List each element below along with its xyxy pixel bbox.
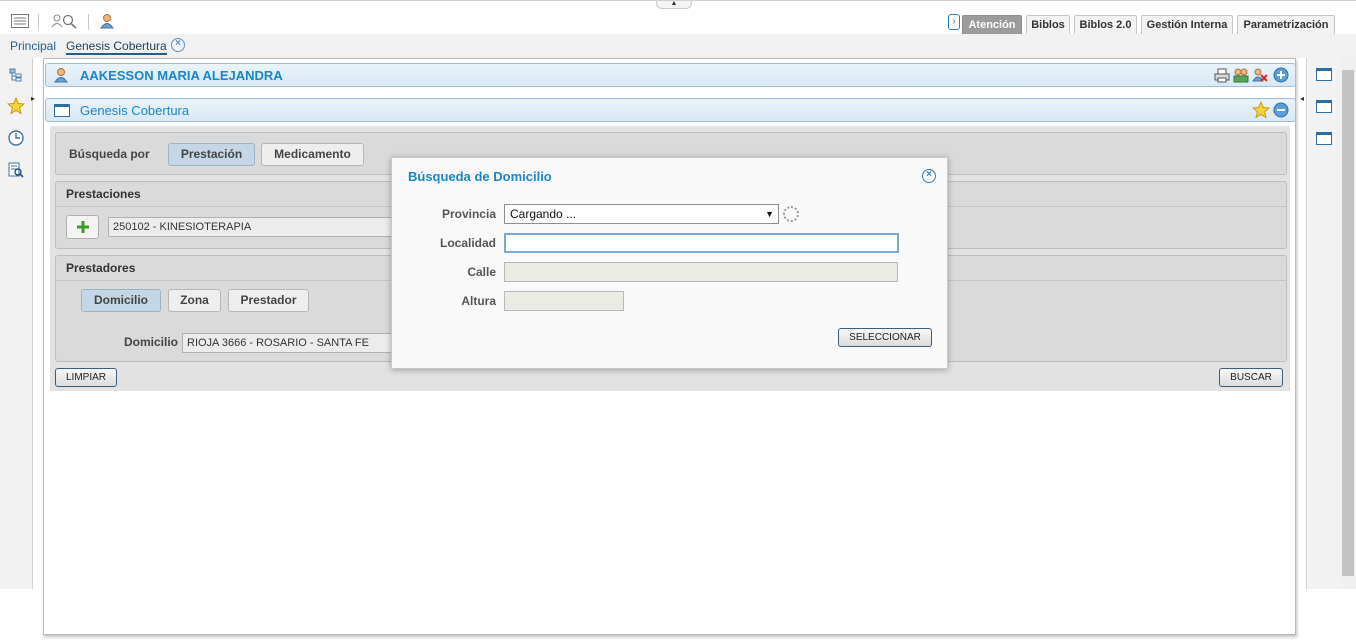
favorites-star-icon[interactable] <box>7 97 25 115</box>
tab-gestion-interna[interactable]: Gestión Interna <box>1141 15 1233 35</box>
remove-user-icon[interactable] <box>1252 67 1268 86</box>
nav-principal-link[interactable]: Principal <box>10 39 56 53</box>
tab-domicilio[interactable]: Domicilio <box>81 289 161 312</box>
sidebar-expand-icon[interactable]: ▸ <box>31 94 35 103</box>
tree-icon[interactable] <box>7 66 25 84</box>
altura-input[interactable] <box>504 291 624 311</box>
right-sidebar <box>1306 58 1340 589</box>
calle-input[interactable] <box>504 262 898 282</box>
print-icon[interactable] <box>1214 68 1230 86</box>
close-icon[interactable]: × <box>922 169 936 183</box>
domicilio-label: Domicilio <box>124 335 179 349</box>
tab-prestador[interactable]: Prestador <box>228 289 309 312</box>
limpiar-button[interactable]: LIMPIAR <box>55 368 117 387</box>
window-icon[interactable] <box>1316 68 1332 81</box>
user-group-icon[interactable] <box>1233 67 1249 86</box>
nav-current-link[interactable]: Genesis Cobertura <box>66 39 167 55</box>
option-prestacion[interactable]: Prestación <box>168 143 255 166</box>
left-sidebar <box>0 58 33 589</box>
collapse-header-handle[interactable]: ▲ <box>656 0 692 9</box>
clock-icon[interactable] <box>7 129 25 147</box>
tabs-toggle-icon[interactable]: › <box>948 14 960 30</box>
calle-label: Calle <box>467 265 496 279</box>
buscar-button[interactable]: BUSCAR <box>1219 368 1283 387</box>
tab-parametrizacion[interactable]: Parametrización <box>1237 15 1335 35</box>
tab-zona[interactable]: Zona <box>168 289 221 312</box>
search-list-icon[interactable] <box>7 161 25 179</box>
localidad-input[interactable] <box>504 233 899 253</box>
localidad-label: Localidad <box>439 236 496 250</box>
domicilio-field[interactable]: RIOJA 3666 - ROSARIO - SANTA FE <box>182 333 392 353</box>
vertical-scrollbar[interactable] <box>1340 58 1356 589</box>
domicilio-search-dialog: Búsqueda de Domicilio × Provincia Cargan… <box>391 157 948 369</box>
search-users-icon[interactable] <box>50 12 78 30</box>
close-icon[interactable]: × <box>171 38 185 52</box>
plus-icon <box>76 221 89 233</box>
chevron-down-icon: ▼ <box>765 209 774 219</box>
favorite-star-icon[interactable] <box>1251 100 1271 122</box>
right-sidebar-expand-icon[interactable]: ◂ <box>1300 94 1304 103</box>
window-icon[interactable] <box>1316 132 1332 145</box>
add-prestacion-button[interactable] <box>66 215 99 239</box>
section-title: Genesis Cobertura <box>80 103 190 118</box>
user-icon[interactable] <box>96 12 118 30</box>
add-circle-icon[interactable] <box>1273 67 1289 86</box>
collapse-minus-icon[interactable] <box>1273 102 1289 121</box>
list-icon[interactable] <box>9 12 31 30</box>
seleccionar-button[interactable]: SELECCIONAR <box>838 328 932 347</box>
provincia-select[interactable]: Cargando ... ▼ <box>504 204 779 224</box>
patient-name: AAKESSON MARIA ALEJANDRA <box>80 68 283 83</box>
prestadores-title: Prestadores <box>66 261 136 275</box>
tab-biblos[interactable]: Biblos <box>1026 15 1070 35</box>
window-icon[interactable] <box>1316 100 1332 113</box>
top-toolbar: ▲ › Atención Biblos Biblos 2.0 Gestión I… <box>0 0 1356 35</box>
prestaciones-title: Prestaciones <box>66 187 141 201</box>
window-icon <box>54 104 70 117</box>
tab-atencion[interactable]: Atención <box>962 15 1022 35</box>
user-icon <box>54 67 68 86</box>
scrollbar-thumb[interactable] <box>1342 70 1354 576</box>
option-medicamento[interactable]: Medicamento <box>261 143 364 166</box>
loading-spinner-icon <box>783 206 799 222</box>
section-header: Genesis Cobertura <box>45 98 1296 122</box>
prestacion-field[interactable]: 250102 - KINESIOTERAPIA <box>108 217 398 237</box>
tab-biblos-2[interactable]: Biblos 2.0 <box>1074 15 1137 35</box>
altura-label: Altura <box>461 294 496 308</box>
patient-header: AAKESSON MARIA ALEJANDRA <box>45 63 1296 87</box>
provincia-selected-value: Cargando ... <box>510 207 577 221</box>
provincia-label: Provincia <box>441 207 496 221</box>
dialog-title: Búsqueda de Domicilio <box>408 169 552 184</box>
breadcrumb-nav: Principal Genesis Cobertura × <box>0 34 1356 58</box>
search-type-label: Búsqueda por <box>69 147 150 161</box>
